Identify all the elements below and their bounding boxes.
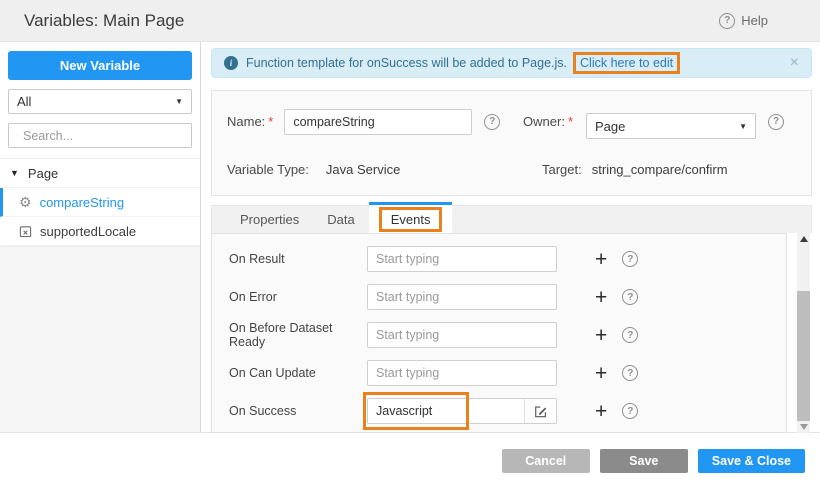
edit-script-button[interactable] <box>524 399 556 423</box>
banner-message: Function template for onSuccess will be … <box>246 56 567 70</box>
target-value: string_compare/confirm <box>592 162 728 177</box>
events-tab-content: On Result + ? On Error + ? On Before Dat… <box>211 233 812 433</box>
variable-filter-value: All <box>17 94 31 109</box>
detail-tabs: Properties Data Events <box>211 205 812 233</box>
page-title: Variables: Main Page <box>24 11 184 31</box>
event-help-icon[interactable]: ? <box>622 403 638 419</box>
on-before-dataset-ready-input[interactable] <box>367 322 557 348</box>
owner-select[interactable]: Page ▼ <box>586 113 756 139</box>
add-action-icon[interactable]: + <box>595 325 607 346</box>
on-error-input[interactable] <box>367 284 557 310</box>
events-form: On Result + ? On Error + ? On Before Dat… <box>211 233 787 433</box>
name-label: Name:* <box>227 114 273 129</box>
new-variable-button[interactable]: New Variable <box>8 51 192 80</box>
event-row-on-error: On Error + ? <box>212 278 786 316</box>
edit-pencil-icon <box>533 404 548 419</box>
event-label: On Result <box>229 252 367 266</box>
save-button[interactable]: Save <box>600 449 688 473</box>
search-input[interactable] <box>23 129 184 143</box>
cancel-button[interactable]: Cancel <box>502 449 590 473</box>
name-input[interactable] <box>284 109 472 135</box>
owner-label: Owner:* <box>523 114 573 129</box>
variables-dialog: Variables: Main Page ? Help New Variable… <box>0 0 820 489</box>
info-icon: i <box>224 56 238 70</box>
sidebar-filler <box>0 246 200 432</box>
chevron-down-icon: ▼ <box>175 97 183 106</box>
event-row-on-before-dataset-ready: On Before Dataset Ready + ? <box>212 316 786 354</box>
tab-events[interactable]: Events <box>369 202 453 233</box>
target-label: Target: <box>542 162 582 177</box>
tab-properties[interactable]: Properties <box>226 205 313 233</box>
event-help-icon[interactable]: ? <box>622 327 638 343</box>
tab-data[interactable]: Data <box>313 205 368 233</box>
add-action-icon[interactable]: + <box>595 249 607 270</box>
tree-item-supportedlocale[interactable]: supportedLocale <box>0 217 200 246</box>
event-label: On Error <box>229 290 367 304</box>
tab-events-label: Events <box>379 207 443 232</box>
required-marker: * <box>268 114 273 129</box>
variable-summary-form: Name:* ? Owner:* Page ▼ ? Variable Typ <box>211 90 812 196</box>
event-row-on-success: On Success + ? <box>212 392 786 430</box>
model-variable-icon <box>19 225 32 238</box>
variable-type-value: Java Service <box>326 162 400 177</box>
on-can-update-input[interactable] <box>367 360 557 386</box>
help-icon: ? <box>719 13 735 29</box>
save-and-close-button[interactable]: Save & Close <box>698 449 805 473</box>
add-action-icon[interactable]: + <box>595 287 607 308</box>
on-result-input[interactable] <box>367 246 557 272</box>
variable-detail-panel: i Function template for onSuccess will b… <box>201 42 820 432</box>
java-service-gear-icon: ⚙ <box>19 195 32 209</box>
search-icon <box>16 129 17 142</box>
required-marker: * <box>568 114 573 129</box>
event-label: On Can Update <box>229 366 367 380</box>
name-help-icon[interactable]: ? <box>484 114 500 130</box>
scroll-down-icon[interactable] <box>800 424 808 430</box>
tree-item-comparestring[interactable]: ⚙ compareString <box>0 188 200 217</box>
tree-item-label: supportedLocale <box>40 224 136 239</box>
help-button[interactable]: ? Help <box>719 13 768 29</box>
variables-tree: ▼ Page ⚙ compareString supportedLocale <box>0 158 200 246</box>
scroll-up-icon[interactable] <box>800 236 808 242</box>
tree-group-page[interactable]: ▼ Page <box>0 159 200 188</box>
event-help-icon[interactable]: ? <box>622 251 638 267</box>
help-label: Help <box>741 13 768 28</box>
event-row-on-result: On Result + ? <box>212 240 786 278</box>
scrollbar-thumb[interactable] <box>797 291 810 421</box>
events-scrollbar[interactable] <box>797 233 810 433</box>
event-row-on-can-update: On Can Update + ? <box>212 354 786 392</box>
add-action-icon[interactable]: + <box>595 401 607 422</box>
variable-search <box>8 123 192 148</box>
tree-expander-icon: ▼ <box>10 168 19 178</box>
dialog-footer: Cancel Save Save & Close <box>0 432 820 489</box>
event-label: On Success <box>229 404 367 418</box>
owner-value: Page <box>595 119 625 134</box>
tree-item-label: compareString <box>40 195 125 210</box>
add-action-icon[interactable]: + <box>595 363 607 384</box>
owner-help-icon[interactable]: ? <box>768 114 784 130</box>
dialog-header: Variables: Main Page ? Help <box>0 0 820 42</box>
banner-close-icon[interactable]: × <box>790 55 799 71</box>
info-banner: i Function template for onSuccess will b… <box>211 48 812 78</box>
event-label: On Before Dataset Ready <box>229 321 367 349</box>
variable-type-label: Variable Type: <box>227 162 309 177</box>
tree-group-label: Page <box>28 166 58 181</box>
event-help-icon[interactable]: ? <box>622 365 638 381</box>
variables-sidebar: New Variable All ▼ ▼ Page ⚙ compareStrin… <box>0 42 201 432</box>
event-help-icon[interactable]: ? <box>622 289 638 305</box>
click-here-to-edit-link[interactable]: Click here to edit <box>573 52 680 74</box>
chevron-down-icon: ▼ <box>739 122 747 131</box>
variable-filter-select[interactable]: All ▼ <box>8 89 192 114</box>
